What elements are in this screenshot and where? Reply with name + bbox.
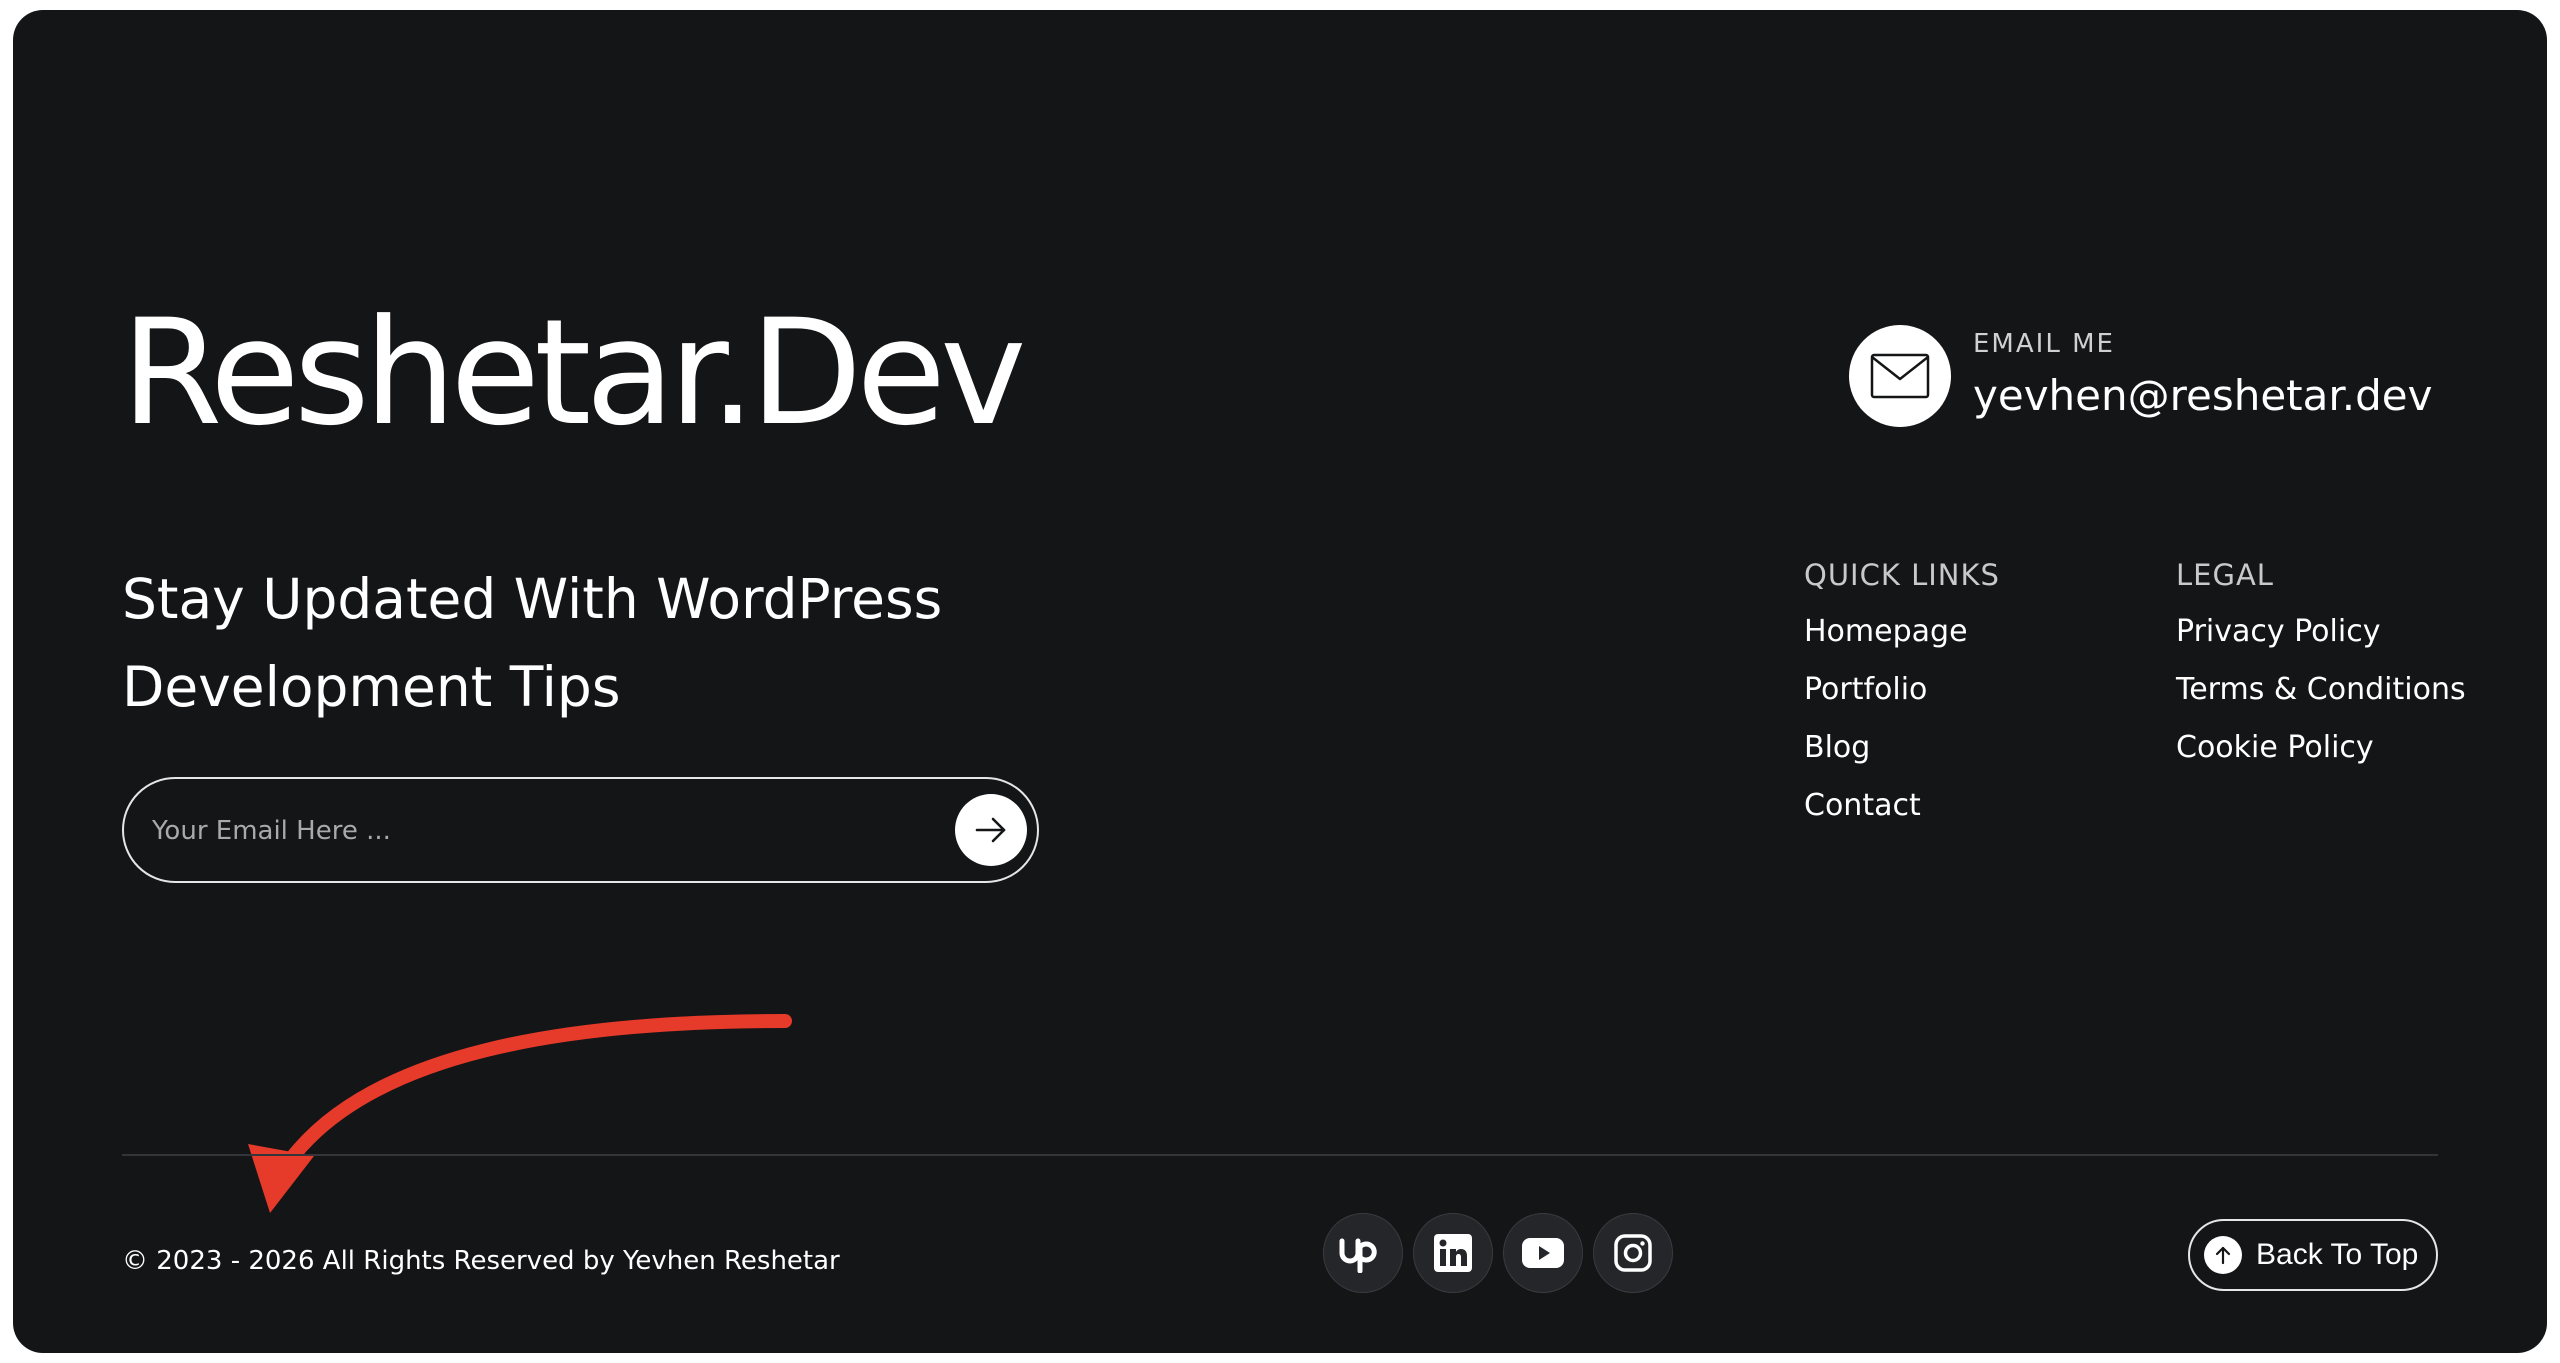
social-upwork[interactable] [1323,1213,1403,1293]
youtube-icon [1522,1238,1564,1268]
back-to-top-label: Back To Top [2256,1238,2419,1271]
instagram-icon [1614,1234,1652,1272]
social-youtube[interactable] [1503,1213,1583,1293]
footer-panel: Reshetar.Dev Stay Updated With WordPress… [13,10,2547,1353]
social-linkedin[interactable] [1413,1213,1493,1293]
back-to-top-button[interactable]: Back To Top [2188,1219,2438,1291]
social-links [1323,1213,1673,1293]
annotation-arrow-icon [248,1014,792,1213]
linkedin-icon [1434,1234,1472,1272]
copyright-text: © 2023 - 2026 All Rights Reserved by Yev… [122,1246,840,1276]
arrow-up-icon [2204,1236,2242,1274]
upwork-icon [1339,1238,1377,1273]
footer-divider [122,1154,2438,1156]
social-instagram[interactable] [1593,1213,1673,1293]
